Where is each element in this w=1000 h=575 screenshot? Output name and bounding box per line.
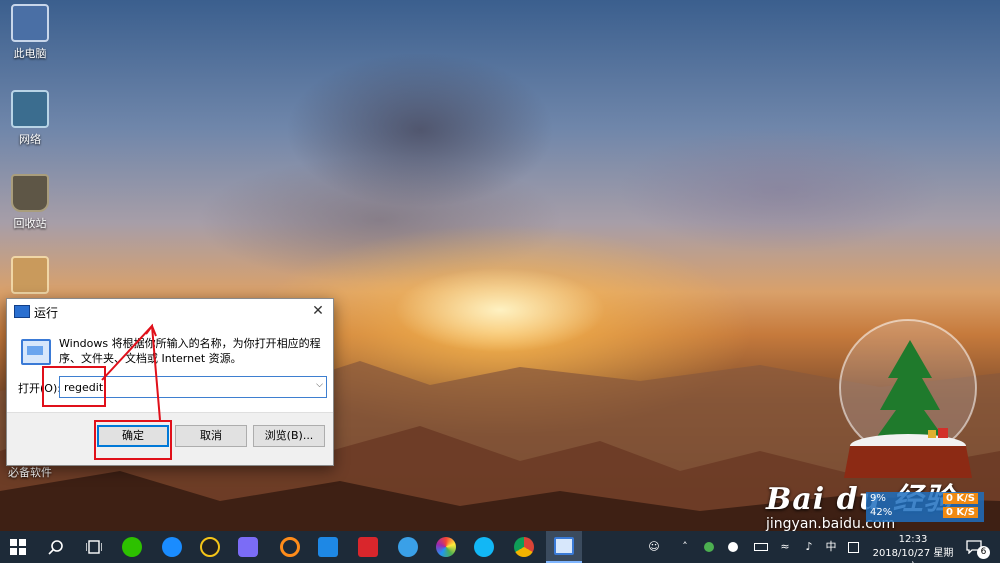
chevron-down-icon[interactable]: ⌵ xyxy=(316,380,323,390)
cancel-button[interactable]: 取消 xyxy=(175,425,247,447)
clock-time: 12:33 xyxy=(898,534,928,545)
taskbar-app-blue[interactable] xyxy=(310,531,346,563)
desktop-icon-label: 必备软件 xyxy=(8,466,52,479)
tray-app-icon-2[interactable] xyxy=(724,531,742,563)
close-icon[interactable]: ✕ xyxy=(305,300,331,322)
dialog-title: 运行 xyxy=(34,306,59,320)
desktop-icon-label: 回收站 xyxy=(13,217,47,230)
clock[interactable]: 12:33 2018/10/27 星期六 xyxy=(868,533,958,575)
start-icon xyxy=(10,539,26,555)
desktop-icon-this-pc[interactable]: 此电脑 xyxy=(0,4,60,61)
taskbar-app-colorful[interactable] xyxy=(428,531,464,563)
show-hidden-icons-chevron-up-icon[interactable]: ˄ xyxy=(676,531,694,563)
task-view-button[interactable] xyxy=(76,531,112,563)
open-label: 打开(O): xyxy=(18,382,61,395)
network-icon xyxy=(11,90,49,128)
input-mode-icon[interactable] xyxy=(844,531,862,563)
search-icon xyxy=(48,540,63,555)
desktop-icon-software[interactable]: 必备软件 xyxy=(0,464,60,484)
cpu-percent: 9% xyxy=(870,493,886,504)
ok-button[interactable]: 确定 xyxy=(97,425,169,447)
desktop-icon-recycle-bin[interactable]: 回收站 xyxy=(0,174,60,231)
snow-globe-gadget xyxy=(839,319,977,478)
download-speed: 0 K/S xyxy=(942,507,978,518)
app-arc-icon xyxy=(280,537,300,557)
start-button[interactable] xyxy=(0,531,36,563)
desktop-icon-network[interactable]: 网络 xyxy=(0,90,60,147)
computer-icon xyxy=(11,4,49,42)
upload-speed: 0 K/S xyxy=(942,493,978,504)
open-input[interactable] xyxy=(60,377,304,397)
desktop-icon-label: 此电脑 xyxy=(13,47,47,60)
taskbar-app-chrome[interactable] xyxy=(506,531,542,563)
folder-icon xyxy=(11,256,49,294)
people-icon[interactable]: ☺ xyxy=(644,531,664,563)
qq-browser-icon xyxy=(474,537,494,557)
run-icon xyxy=(554,537,574,555)
taskbar-app-qq[interactable] xyxy=(192,531,228,563)
feishu-icon xyxy=(238,537,258,557)
ime-indicator[interactable]: 中 xyxy=(822,531,840,563)
desktop-icon-folder[interactable] xyxy=(0,256,60,297)
taskbar-app-run[interactable] xyxy=(546,531,582,563)
app-colorful-icon xyxy=(436,537,456,557)
ie-icon xyxy=(398,537,418,557)
memory-percent: 42% xyxy=(870,507,893,518)
open-combobox[interactable]: ⌵ xyxy=(59,376,327,398)
dialog-footer: 确定 取消 浏览(B)... xyxy=(7,412,333,465)
wechat-icon xyxy=(122,537,142,557)
taskbar-app-red[interactable] xyxy=(350,531,386,563)
kugou-icon xyxy=(162,537,182,557)
action-center-button[interactable]: 6 xyxy=(966,537,990,559)
volume-icon[interactable]: ♪ xyxy=(800,531,818,563)
dialog-titlebar[interactable]: 运行 ✕ xyxy=(7,299,333,323)
taskbar: ☺ ˄ ≈ ♪ 中 12:33 2018/10/27 星期六 6 xyxy=(0,531,1000,573)
taskbar-app-wechat[interactable] xyxy=(114,531,150,563)
run-program-icon xyxy=(21,339,51,365)
run-dialog: 运行 ✕ Windows 将根据你所输入的名称，为你打开相应的程序、文件夹、文档… xyxy=(6,298,334,466)
run-icon xyxy=(14,305,30,318)
app-blue-icon xyxy=(318,537,338,557)
chrome-icon xyxy=(514,537,534,557)
app-red-icon xyxy=(358,537,378,557)
taskbar-app-feishu[interactable] xyxy=(230,531,266,563)
dialog-description: Windows 将根据你所输入的名称，为你打开相应的程序、文件夹、文档或 Int… xyxy=(59,337,321,365)
battery-icon[interactable] xyxy=(752,531,770,563)
clock-date: 2018/10/27 星期六 xyxy=(872,548,954,573)
network-speed-meter: 9% 0 K/S 42% 0 K/S xyxy=(866,492,984,522)
wifi-icon[interactable]: ≈ xyxy=(776,531,794,563)
search-button[interactable] xyxy=(38,531,74,563)
taskbar-app-qq-browser[interactable] xyxy=(466,531,502,563)
tray-app-icon[interactable] xyxy=(700,531,718,563)
taskbar-app-ie[interactable] xyxy=(390,531,426,563)
task-view-icon xyxy=(85,540,103,554)
notification-count-badge: 6 xyxy=(977,546,990,559)
desktop-icon-label: 网络 xyxy=(19,133,41,146)
taskbar-app-kugou[interactable] xyxy=(154,531,190,563)
taskbar-app-arc[interactable] xyxy=(272,531,308,563)
recycle-bin-icon xyxy=(11,174,49,212)
qq-icon xyxy=(200,537,220,557)
browse-button[interactable]: 浏览(B)... xyxy=(253,425,325,447)
